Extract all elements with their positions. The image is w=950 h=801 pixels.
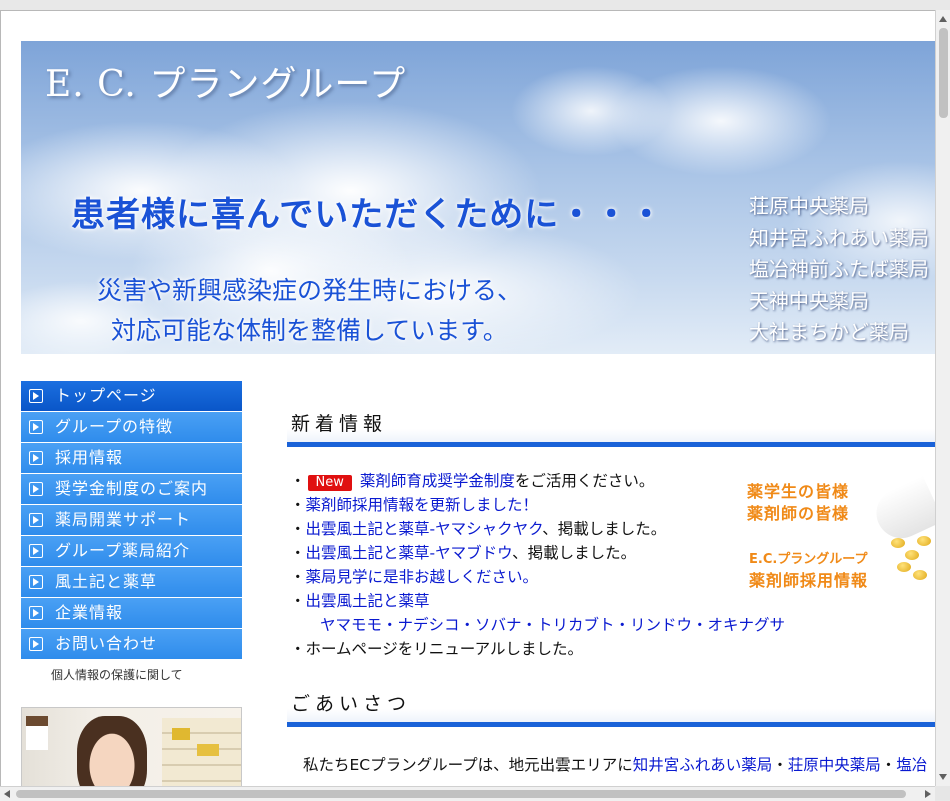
arrow-right-icon (29, 451, 43, 465)
recruit-line-3: E.C.プラングループ (749, 552, 868, 567)
news-heading: 新着情報 (287, 409, 936, 447)
nav-item-features[interactable]: グループの特徴 (21, 412, 242, 442)
nav-item-scholarship[interactable]: 奨学金制度のご案内 (21, 474, 242, 504)
pill-icon (891, 538, 905, 548)
arrow-right-icon (29, 420, 43, 434)
recruit-line-2: 薬剤師の皆様 (747, 504, 850, 523)
staff-photo (21, 707, 242, 787)
pill-icon (917, 536, 931, 546)
arrow-right-icon (29, 575, 43, 589)
scroll-left-icon[interactable] (4, 790, 10, 798)
nav-item-label: グループ薬局紹介 (55, 541, 191, 560)
arrow-right-icon (29, 482, 43, 496)
arrow-right-icon (29, 544, 43, 558)
arrow-right-icon (29, 606, 43, 620)
greeting-heading: ごあいさつ (287, 689, 936, 727)
news-list: ・ New 薬剤師育成奨学金制度をご活用ください。 ・薬剤師採用情報を更新しました！… (290, 469, 810, 661)
banner-pharmacy-item: 大社まちかど薬局 (749, 320, 909, 344)
photo-face (77, 716, 147, 787)
news-link[interactable]: 薬剤師育成奨学金制度 (360, 472, 515, 490)
nav-item-pharmacies[interactable]: グループ薬局紹介 (21, 536, 242, 566)
scroll-up-icon[interactable] (939, 16, 947, 22)
privacy-policy-link[interactable]: 個人情報の保護に関して (51, 666, 183, 683)
photo-box (172, 728, 190, 740)
photo-person (26, 716, 48, 750)
recruit-line-4: 薬剤師採用情報 (749, 571, 869, 590)
nav-item-label: 風土記と薬草 (55, 572, 158, 591)
pill-icon (905, 550, 919, 560)
new-badge: New (307, 475, 352, 491)
news-link[interactable]: 薬局見学に是非お越しください。 (306, 568, 539, 586)
greeting-link[interactable]: 塩冶 (896, 756, 927, 774)
nav-item-top[interactable]: トップページ (21, 381, 242, 411)
page-frame: E. C. プラングループ 患者様に喜んでいただくために・・・ 災害や新興感染症… (0, 10, 936, 787)
photo-box (197, 744, 219, 756)
banner-pharmacy-item: 天神中央薬局 (749, 288, 869, 313)
arrow-right-icon (29, 389, 43, 403)
news-link[interactable]: 出雲風土記と薬草 (306, 592, 430, 610)
scroll-thumb[interactable] (939, 28, 948, 118)
banner-subtext-1: 災害や新興感染症の発生時における、 (97, 276, 523, 305)
nav-item-company[interactable]: 企業情報 (21, 598, 242, 628)
nav-item-label: 奨学金制度のご案内 (55, 479, 209, 498)
nav-item-label: 薬局開業サポート (55, 510, 192, 529)
news-item: ・薬局見学に是非お越しください。 (290, 568, 539, 586)
side-navigation: トップページ グループの特徴 採用情報 奨学金制度のご案内 薬局開業サポート グ… (21, 381, 242, 660)
news-item: ・ New 薬剤師育成奨学金制度をご活用ください。 (290, 472, 655, 491)
news-item: ・出雲風土記と薬草-ヤマブドウ、掲載しました。 (290, 544, 637, 562)
nav-item-contact[interactable]: お問い合わせ (21, 629, 242, 659)
banner-subtext-2: 対応可能な体制を整備しています。 (111, 316, 508, 345)
news-link[interactable]: ヤマモモ・ナデシコ・ソバナ・トリカブト・リンドウ・オキナグサ (320, 616, 785, 634)
banner-catchphrase: 患者様に喜んでいただくために・・・ (71, 195, 665, 235)
site-logo-title[interactable]: E. C. プラングループ (45, 55, 406, 107)
nav-item-label: トップページ (55, 386, 157, 405)
recruit-banner[interactable]: 薬学生の皆様 薬剤師の皆様 E.C.プラングループ 薬剤師採用情報 (741, 466, 936, 591)
vertical-scrollbar[interactable] (935, 10, 950, 786)
greeting-link[interactable]: 荘原中央薬局 (788, 756, 881, 774)
pill-icon (897, 562, 911, 572)
news-item: ・出雲風土記と薬草-ヤマシャクヤク、掲載しました。 (290, 520, 667, 538)
recruit-line-1: 薬学生の皆様 (747, 482, 850, 501)
news-item-sub: ヤマモモ・ナデシコ・ソバナ・トリカブト・リンドウ・オキナグサ (290, 613, 810, 637)
nav-item-label: お問い合わせ (55, 634, 158, 653)
news-item: ・薬剤師採用情報を更新しました！ (290, 496, 539, 514)
banner-pharmacy-item: 知井宮ふれあい薬局 (749, 225, 929, 250)
news-item: ・出雲風土記と薬草 (290, 592, 430, 610)
greeting-link[interactable]: 知井宮ふれあい薬局 (633, 756, 773, 774)
banner-pharmacy-item: 荘原中央薬局 (749, 194, 869, 218)
news-link[interactable]: 出雲風土記と薬草-ヤマシャクヤク (306, 520, 543, 538)
arrow-right-icon (29, 637, 43, 651)
nav-item-label: 企業情報 (55, 603, 124, 622)
news-link[interactable]: 薬剤師採用情報を更新しました！ (306, 496, 539, 514)
greeting-text: 私たちECプラングループは、地元出雲エリアに知井宮ふれあい薬局・荘原中央薬局・塩… (303, 756, 928, 774)
nav-item-fudoki[interactable]: 風土記と薬草 (21, 567, 242, 597)
scroll-right-icon[interactable] (925, 790, 931, 798)
nav-item-recruit[interactable]: 採用情報 (21, 443, 242, 473)
scroll-down-icon[interactable] (939, 774, 947, 780)
nav-item-opening-support[interactable]: 薬局開業サポート (21, 505, 242, 535)
nav-item-label: 採用情報 (55, 448, 124, 467)
banner-pharmacy-item: 塩冶神前ふたば薬局 (749, 257, 929, 281)
news-link[interactable]: 出雲風土記と薬草-ヤマブドウ (306, 544, 513, 562)
arrow-right-icon (29, 513, 43, 527)
banner-pharmacy-list: 荘原中央薬局 知井宮ふれあい薬局 塩冶神前ふたば薬局 天神中央薬局 大社まちかど… (749, 191, 929, 349)
header-banner: E. C. プラングループ 患者様に喜んでいただくために・・・ 災害や新興感染症… (21, 41, 936, 354)
pill-icon (913, 570, 927, 580)
nav-item-label: グループの特徴 (55, 417, 174, 436)
scroll-thumb[interactable] (16, 790, 906, 798)
news-item: ・ホームページをリニューアルしました。 (290, 640, 583, 658)
scrollbar-corner (935, 786, 950, 800)
horizontal-scrollbar[interactable] (0, 786, 935, 801)
